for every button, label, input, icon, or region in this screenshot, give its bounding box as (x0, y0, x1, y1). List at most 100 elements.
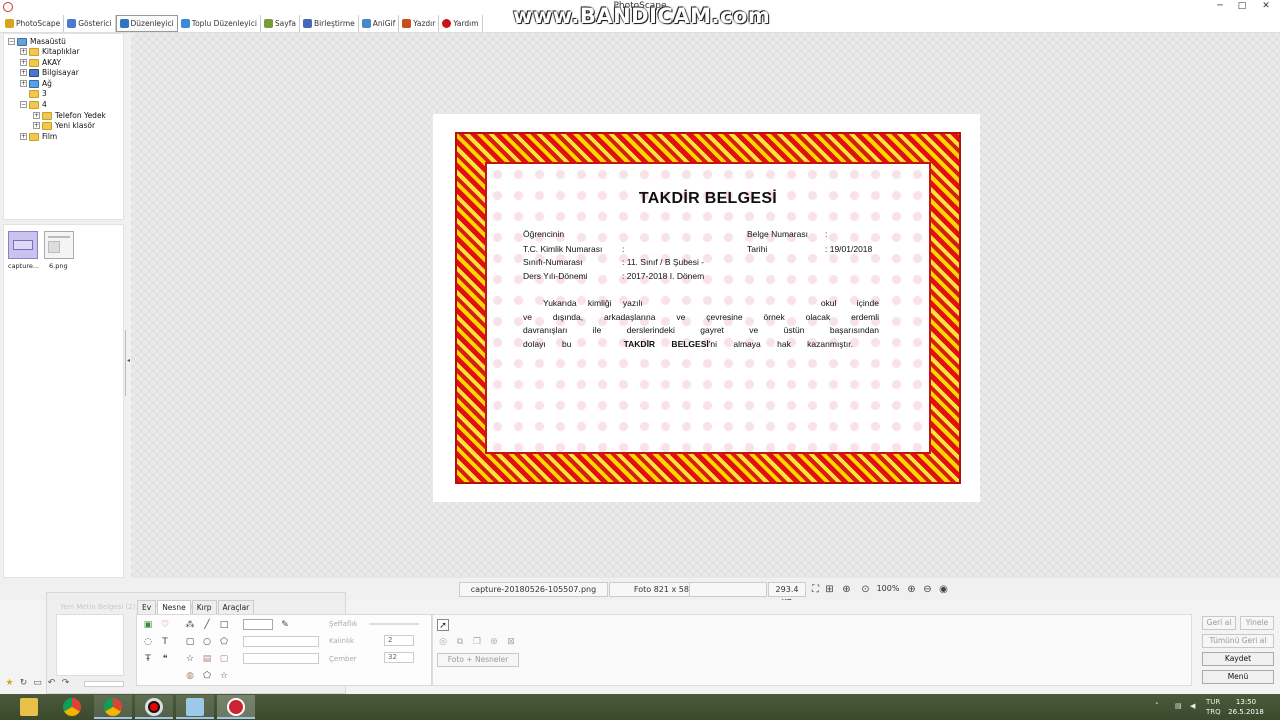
rounded-rect-tool-icon[interactable]: ▢ (218, 653, 230, 665)
line-style-dropdown[interactable] (243, 653, 319, 664)
tree-item-film[interactable]: + Film (20, 131, 57, 142)
pointer-icon[interactable]: ➚ (437, 619, 449, 631)
collapse-icon[interactable]: − (20, 101, 27, 108)
group-icon[interactable]: ⊚ (488, 636, 500, 648)
eyedropper-icon[interactable]: ✎ (279, 619, 291, 631)
tab-kirp[interactable]: Kırp (191, 600, 217, 614)
zoom-out-icon[interactable]: ⊖ (922, 584, 933, 595)
collapse-arrow-icon[interactable]: ◂ (127, 357, 130, 364)
thumbnail-size-slider[interactable] (84, 681, 124, 687)
star-tool-icon[interactable]: ☆ (184, 653, 196, 665)
text-style-icon[interactable]: Ŧ (142, 653, 154, 665)
delete-object-icon[interactable]: ⊠ (505, 636, 517, 648)
icon-tool-icon[interactable]: ♡ (159, 619, 171, 631)
input-language[interactable]: TUR TRQ (1206, 697, 1221, 720)
taskbar-chrome-1[interactable] (53, 695, 91, 719)
tab-birlestirme[interactable]: Birleştirme (300, 14, 359, 32)
expand-icon[interactable]: + (20, 69, 27, 76)
settings-icon[interactable]: ◉ (938, 584, 949, 595)
thumbnail-capture[interactable] (8, 231, 38, 259)
redo-button[interactable]: Yinele (1240, 616, 1274, 630)
tab-duzenleyici[interactable]: Düzenleyici (115, 14, 178, 32)
tab-gosterici[interactable]: Gösterici (64, 14, 116, 32)
expand-icon[interactable]: + (20, 48, 27, 55)
folder-open-icon[interactable]: ▭ (32, 678, 43, 689)
tab-anigif[interactable]: AniGif (359, 14, 400, 32)
undo-all-button[interactable]: Tümünü Geri al (1202, 634, 1274, 648)
text-tool-icon[interactable]: T (159, 636, 171, 648)
fit-width-icon[interactable]: ⊞ (824, 584, 835, 595)
color-picker[interactable] (243, 619, 273, 630)
maximize-button[interactable]: □ (1230, 0, 1254, 14)
balloon-tool-icon[interactable]: ◌ (142, 636, 154, 648)
fit-screen-icon[interactable]: ⛶ (810, 584, 821, 595)
copy-icon[interactable]: ⧉ (454, 636, 466, 648)
tab-ev[interactable]: Ev (137, 600, 157, 614)
expand-icon[interactable]: + (33, 122, 40, 129)
tree-item-3[interactable]: 3 (29, 88, 47, 99)
tray-up-arrow-icon[interactable]: ˄ (1155, 702, 1159, 720)
pentagon-tool-icon[interactable]: ⬠ (201, 670, 213, 682)
clock[interactable]: 13:50 26.5.2018 (1226, 697, 1266, 717)
magic-tool-icon[interactable]: ⁂ (184, 619, 196, 631)
rotate-icon[interactable]: ↻ (18, 678, 29, 689)
style-dropdown[interactable] (243, 636, 319, 647)
save-button[interactable]: Kaydet (1202, 652, 1274, 666)
forward-icon[interactable]: ↷ (60, 678, 71, 689)
taskbar-chrome-2[interactable] (94, 695, 132, 719)
rectangle-tool-icon[interactable]: □ (218, 619, 230, 631)
taskbar-bandicam[interactable] (135, 695, 173, 719)
close-button[interactable]: ✕ (1254, 0, 1278, 14)
tab-toplu-duzenleyici[interactable]: Toplu Düzenleyici (178, 14, 261, 32)
fill-circle-tool-icon[interactable]: ◍ (184, 670, 196, 682)
expand-icon[interactable]: + (20, 80, 27, 87)
menu-button[interactable]: Menü (1202, 670, 1274, 684)
tree-item-kitapliklar[interactable]: + Kitaplıklar (20, 46, 80, 57)
polygon-tool-icon[interactable]: ⬠ (218, 636, 230, 648)
thumbnail-6png[interactable] (44, 231, 74, 259)
photo-objects-button[interactable]: Foto + Nesneler (437, 653, 519, 667)
transparency-slider[interactable] (369, 623, 419, 625)
photo-tool-icon[interactable]: ▣ (142, 619, 154, 631)
taskbar-notepad[interactable] (176, 695, 214, 719)
fill-rect-tool-icon[interactable]: ▤ (201, 653, 213, 665)
photo[interactable]: TAKDİR BELGESİ Öğrencinin T.C. Kimlik Nu… (433, 114, 980, 502)
paragraph-line-4: dolayı bu TAKDİR BELGESİ'ni almaya hak k… (523, 338, 853, 352)
layer-icon[interactable]: ◎ (437, 636, 449, 648)
image-canvas[interactable]: TAKDİR BELGESİ Öğrencinin T.C. Kimlik Nu… (131, 33, 1280, 578)
batch-editor-icon (180, 18, 190, 28)
expand-icon[interactable]: + (33, 112, 40, 119)
zoom-actual-icon[interactable]: ⊙ (860, 584, 871, 595)
tab-yardim[interactable]: Yardım (439, 14, 483, 32)
network-tray-icon[interactable]: ▤ (1175, 702, 1182, 720)
square-tool-icon[interactable]: ▢ (184, 636, 196, 648)
duplicate-icon[interactable]: ❐ (471, 636, 483, 648)
minimize-button[interactable]: ─ (1208, 0, 1232, 14)
zoom-fit-icon[interactable]: ⊕ (841, 584, 852, 595)
undo-button[interactable]: Geri al (1202, 616, 1236, 630)
tree-item-bilgisayar[interactable]: + Bilgisayar (20, 67, 79, 78)
back-icon[interactable]: ↶ (46, 678, 57, 689)
star-icon[interactable]: ★ (4, 678, 15, 689)
zoom-in-icon[interactable]: ⊕ (906, 584, 917, 595)
star-outline-tool-icon[interactable]: ☆ (218, 670, 230, 682)
quote-icon[interactable]: ❝ (159, 653, 171, 665)
tab-photoscape[interactable]: PhotoScape (2, 14, 65, 32)
tab-yazdir[interactable]: Yazdır (399, 14, 440, 32)
expand-icon[interactable]: + (20, 133, 27, 140)
expand-icon[interactable]: + (20, 59, 27, 66)
thickness-input[interactable]: 2 (384, 635, 414, 646)
volume-icon[interactable]: ◀ (1190, 702, 1195, 720)
circle-input[interactable]: 32 (384, 652, 414, 663)
circle-label: Çember (329, 655, 357, 663)
collapse-icon[interactable]: − (8, 38, 15, 45)
tree-item-4[interactable]: −4 (20, 99, 47, 110)
tab-sayfa[interactable]: Sayfa (261, 14, 300, 32)
tree-item-yeni-klasor[interactable]: + Yeni klasör (33, 120, 95, 131)
circle-tool-icon[interactable]: ○ (201, 636, 213, 648)
line-tool-icon[interactable]: ╱ (201, 619, 213, 631)
tab-nesne[interactable]: Nesne (157, 600, 191, 614)
taskbar-photoscape[interactable] (217, 695, 255, 719)
taskbar-file-explorer[interactable] (10, 695, 48, 719)
tab-araclar[interactable]: Araçlar (217, 600, 255, 614)
